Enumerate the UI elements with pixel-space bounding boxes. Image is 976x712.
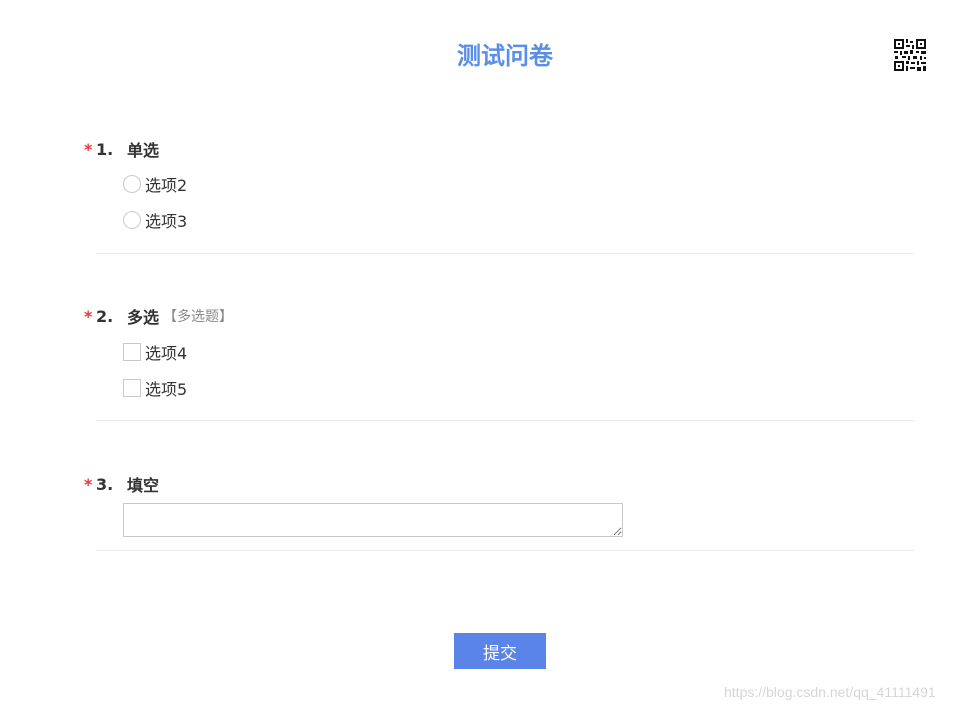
option-label: 选项5 [145, 380, 188, 399]
required-mark: * [84, 474, 93, 494]
question-header: * 1. 单选 [84, 138, 160, 161]
question-title: 单选 [127, 141, 160, 160]
submit-button[interactable]: 提交 [454, 633, 546, 669]
option-label: 选项2 [145, 176, 188, 195]
divider [96, 253, 915, 254]
question-title: 填空 [127, 476, 160, 495]
question-number: 2. [96, 306, 114, 326]
qr-code-icon[interactable] [893, 38, 927, 72]
question-type-tip: 【多选题】 [163, 309, 234, 325]
survey-page: 测试问卷 * 1. 单选 选项2 选项3 * 2. 多选 【多选题】 选项4 选… [0, 0, 976, 712]
question-number: 3. [96, 474, 114, 494]
question-header: * 2. 多选 【多选题】 [84, 305, 234, 328]
checkbox-option-5[interactable]: 选项5 [123, 378, 188, 399]
question-title: 多选 [127, 308, 160, 327]
radio-option-3[interactable]: 选项3 [123, 210, 188, 231]
checkbox[interactable] [123, 343, 141, 361]
checkbox[interactable] [123, 379, 141, 397]
question-number: 1. [96, 139, 114, 159]
survey-title: 测试问卷 [457, 42, 553, 70]
divider [96, 550, 915, 551]
required-mark: * [84, 306, 93, 326]
watermark: https://blog.csdn.net/qq_41111491 [724, 684, 936, 700]
option-label: 选项3 [145, 212, 188, 231]
required-mark: * [84, 139, 93, 159]
fill-in-textarea[interactable] [123, 503, 623, 537]
checkbox-option-4[interactable]: 选项4 [123, 342, 188, 363]
radio-option-2[interactable]: 选项2 [123, 174, 188, 195]
radio-button[interactable] [123, 211, 141, 229]
divider [96, 420, 915, 421]
radio-button[interactable] [123, 175, 141, 193]
option-label: 选项4 [145, 344, 188, 363]
question-header: * 3. 填空 [84, 473, 160, 496]
